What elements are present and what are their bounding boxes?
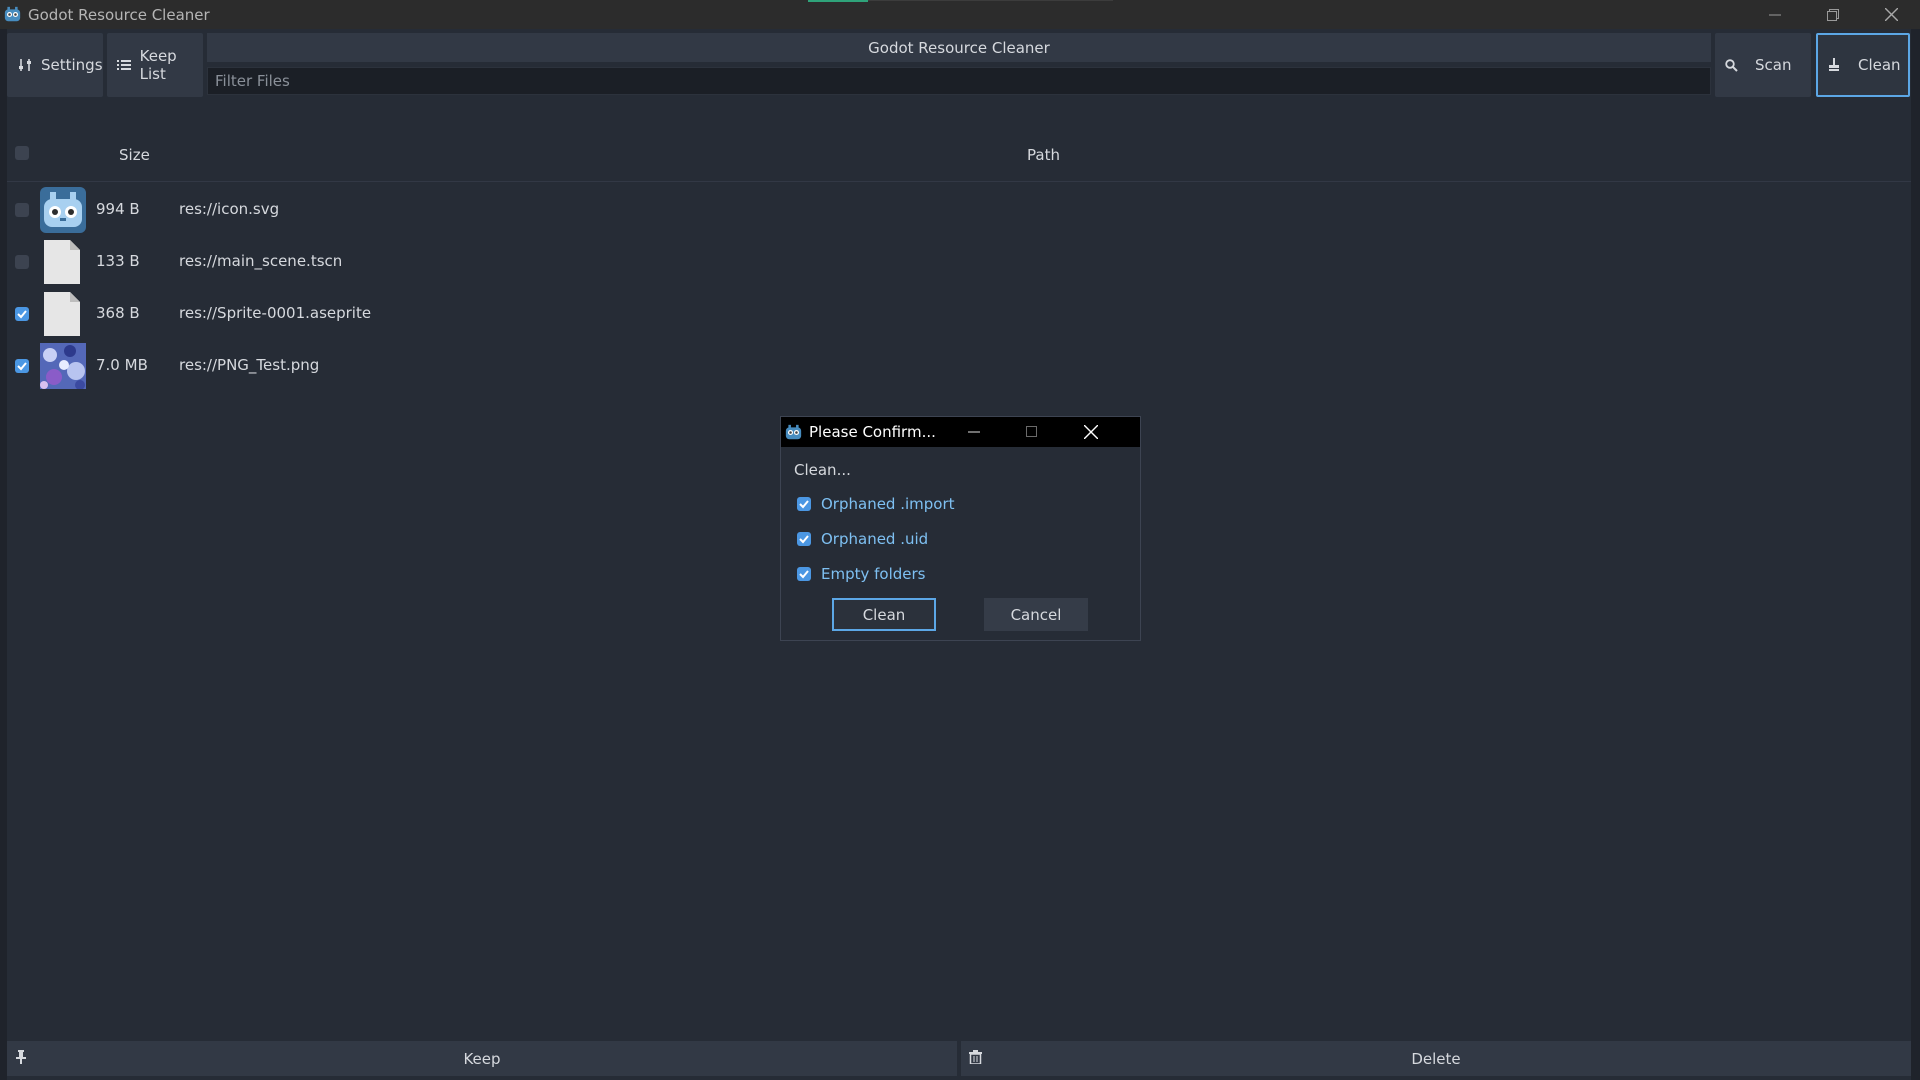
godot-icon bbox=[40, 187, 86, 233]
keep-list-label: Keep List bbox=[139, 47, 177, 83]
table-row[interactable]: 368 B res://Sprite-0001.aseprite bbox=[7, 288, 1911, 340]
column-header-size[interactable]: Size bbox=[119, 146, 150, 164]
option-empty-folders[interactable]: Empty folders bbox=[797, 564, 926, 584]
settings-label: Settings bbox=[41, 56, 103, 74]
godot-logo-icon bbox=[4, 6, 21, 22]
dialog-title: Please Confirm... bbox=[809, 423, 936, 441]
table-row[interactable]: 7.0 MB res://PNG_Test.png bbox=[7, 340, 1911, 392]
row-checkbox[interactable] bbox=[15, 255, 29, 269]
option-orphaned-uid[interactable]: Orphaned .uid bbox=[797, 529, 928, 549]
row-checkbox[interactable] bbox=[15, 203, 29, 217]
image-thumbnail bbox=[40, 343, 86, 389]
row-path: res://icon.svg bbox=[179, 200, 280, 218]
restore-button[interactable] bbox=[1804, 0, 1862, 29]
title-accent-bar bbox=[808, 0, 868, 2]
pin-icon bbox=[15, 1050, 27, 1068]
file-icon bbox=[44, 292, 80, 336]
dialog-maximize-button[interactable] bbox=[1012, 417, 1052, 447]
window-title: Godot Resource Cleaner bbox=[28, 5, 210, 24]
minimize-icon bbox=[1769, 14, 1781, 15]
row-path: res://Sprite-0001.aseprite bbox=[179, 304, 372, 322]
row-path: res://main_scene.tscn bbox=[179, 252, 343, 270]
dialog-cancel-button[interactable]: Cancel bbox=[984, 598, 1088, 631]
scan-label: Scan bbox=[1755, 56, 1792, 74]
search-icon bbox=[1721, 58, 1741, 72]
title-accent-track bbox=[868, 0, 1113, 1]
broom-icon bbox=[1824, 58, 1844, 72]
option-label: Orphaned .uid bbox=[821, 530, 929, 548]
select-all-checkbox[interactable] bbox=[15, 146, 29, 160]
row-path: res://PNG_Test.png bbox=[179, 356, 320, 374]
close-icon bbox=[1884, 8, 1898, 21]
window-titlebar: Godot Resource Cleaner bbox=[0, 0, 1920, 29]
trash-icon bbox=[969, 1050, 982, 1068]
row-checkbox[interactable] bbox=[15, 307, 29, 321]
row-size: 368 B bbox=[96, 304, 140, 322]
settings-sliders-icon bbox=[15, 58, 35, 72]
list-icon bbox=[115, 59, 134, 71]
table-row[interactable]: 133 B res://main_scene.tscn bbox=[7, 236, 1911, 288]
minimize-icon bbox=[968, 431, 980, 433]
option-checkbox[interactable] bbox=[797, 497, 811, 511]
column-header-path[interactable]: Path bbox=[1027, 146, 1060, 164]
settings-button[interactable]: Settings bbox=[7, 33, 103, 97]
row-size: 7.0 MB bbox=[96, 356, 148, 374]
table-row[interactable]: 994 B res://icon.svg bbox=[7, 184, 1911, 236]
maximize-icon bbox=[1026, 426, 1037, 437]
minimize-button[interactable] bbox=[1746, 0, 1804, 29]
dialog-label: Clean... bbox=[794, 461, 851, 479]
toolbar: Settings Keep List Godot Resource Cleane… bbox=[7, 33, 1911, 97]
option-label: Empty folders bbox=[821, 565, 926, 583]
option-orphaned-import[interactable]: Orphaned .import bbox=[797, 494, 955, 514]
bottom-action-bar: Keep Delete bbox=[7, 1041, 1911, 1076]
clean-label: Clean bbox=[1858, 56, 1901, 74]
keep-label: Keep bbox=[463, 1049, 501, 1068]
row-size: 133 B bbox=[96, 252, 140, 270]
window-controls bbox=[1746, 0, 1920, 29]
option-checkbox[interactable] bbox=[797, 567, 811, 581]
delete-button[interactable]: Delete bbox=[961, 1041, 1911, 1076]
file-icon bbox=[44, 240, 80, 284]
app-header-title: Godot Resource Cleaner bbox=[207, 33, 1711, 62]
filter-files-input[interactable] bbox=[207, 67, 1711, 95]
dialog-titlebar[interactable]: Please Confirm... bbox=[781, 417, 1140, 447]
dialog-close-button[interactable] bbox=[1071, 417, 1111, 447]
keep-list-button[interactable]: Keep List bbox=[107, 33, 203, 97]
clean-button[interactable]: Clean bbox=[1816, 33, 1910, 97]
close-button[interactable] bbox=[1862, 0, 1920, 29]
close-icon bbox=[1084, 425, 1098, 439]
confirm-dialog: Please Confirm... Clean... Orphaned .imp… bbox=[780, 416, 1141, 641]
scan-button[interactable]: Scan bbox=[1715, 33, 1811, 97]
row-size: 994 B bbox=[96, 200, 140, 218]
option-label: Orphaned .import bbox=[821, 495, 955, 513]
godot-logo-icon bbox=[785, 424, 802, 439]
dialog-minimize-button[interactable] bbox=[954, 417, 994, 447]
option-checkbox[interactable] bbox=[797, 532, 811, 546]
row-checkbox[interactable] bbox=[15, 359, 29, 373]
restore-icon bbox=[1827, 8, 1839, 21]
dialog-clean-button[interactable]: Clean bbox=[832, 598, 936, 631]
delete-label: Delete bbox=[1411, 1049, 1461, 1068]
keep-button[interactable]: Keep bbox=[7, 1041, 957, 1076]
table-header: Size Path bbox=[7, 101, 1911, 182]
